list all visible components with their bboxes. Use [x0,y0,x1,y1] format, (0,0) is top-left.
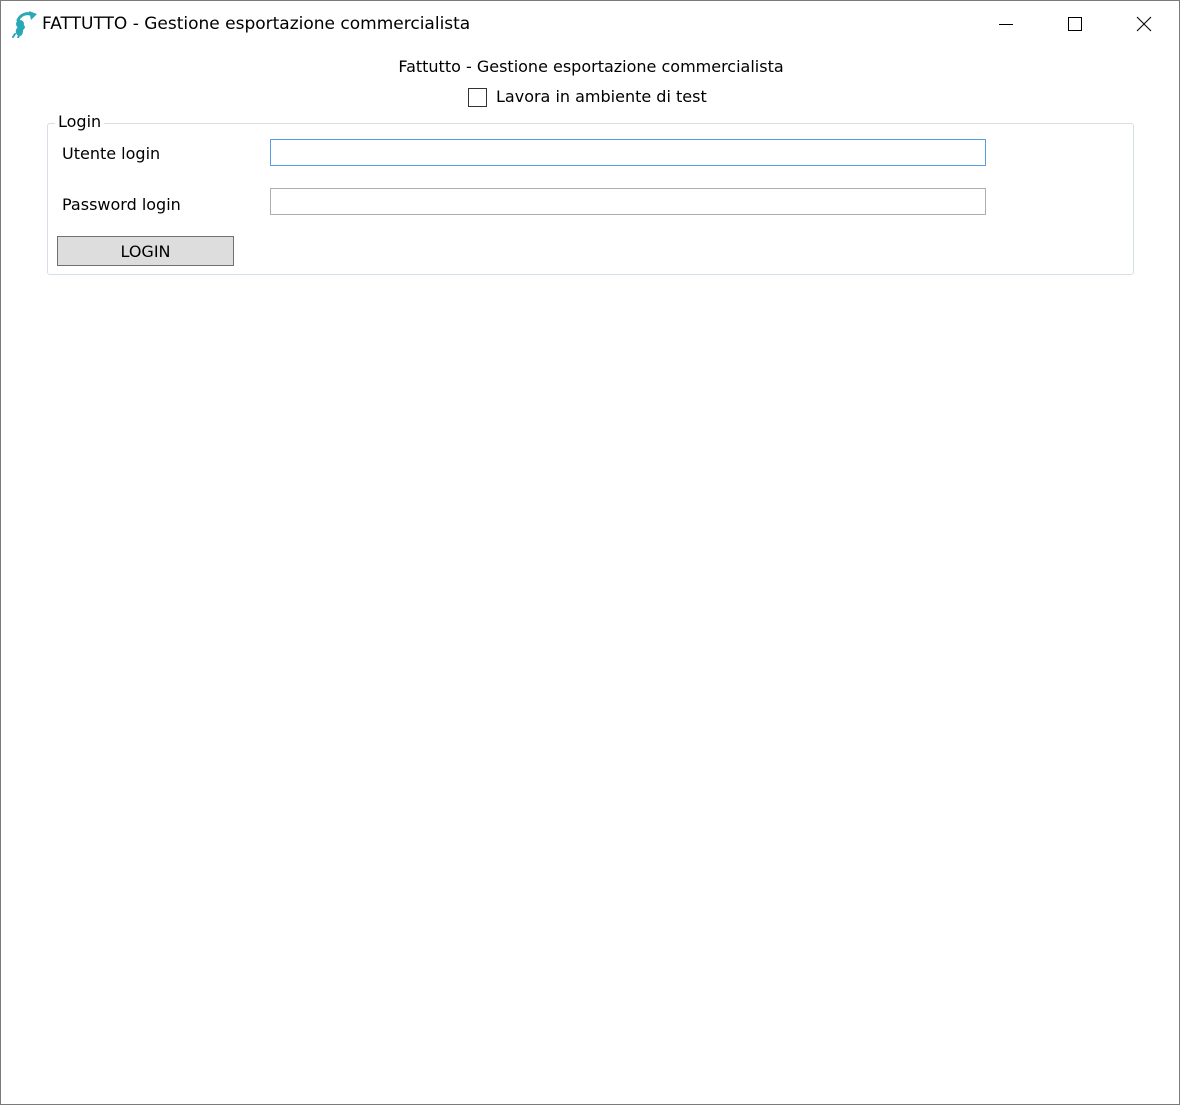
login-group-title: Login [55,111,105,133]
maximize-icon [1068,16,1082,31]
test-environment-label[interactable]: Lavora in ambiente di test [496,86,707,108]
app-logo-icon [12,11,37,38]
minimize-button[interactable] [971,1,1041,46]
app-window: FATTUTTO - Gestione esportazione commerc… [0,0,1180,1105]
login-button[interactable]: LOGIN [57,236,234,266]
user-login-label: Utente login [62,144,161,163]
close-icon [1136,16,1152,31]
minimize-icon [999,23,1013,25]
maximize-button[interactable] [1040,1,1110,46]
test-environment-toggle[interactable]: Lavora in ambiente di test [468,86,707,108]
test-environment-checkbox[interactable] [468,87,487,107]
password-login-label: Password login [62,195,181,214]
window-title: FATTUTTO - Gestione esportazione commerc… [42,14,471,34]
title-bar[interactable]: FATTUTTO - Gestione esportazione commerc… [1,1,1179,46]
close-button[interactable] [1109,1,1179,46]
password-login-input[interactable] [270,188,986,215]
page-title: Fattutto - Gestione esportazione commerc… [398,57,784,76]
user-login-input[interactable] [270,139,986,166]
